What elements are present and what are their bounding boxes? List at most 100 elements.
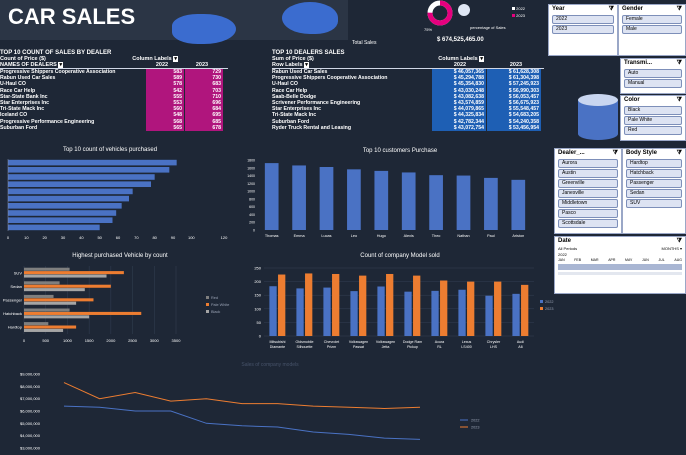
table-left-row-header[interactable]: NAMES OF DEALERS ▾ (0, 62, 142, 68)
bar (8, 159, 177, 166)
timeline-bar[interactable] (558, 264, 682, 270)
y-tick-label: 0 (259, 334, 262, 339)
timeline-unit[interactable]: MONTHS ▾ (662, 246, 682, 251)
timeline-title: Date (558, 238, 572, 244)
slicer-item[interactable]: Pale White (624, 116, 682, 125)
y-tick-label: SUV (14, 270, 23, 275)
slicer-item[interactable]: Hardtop (626, 159, 682, 168)
slicer-item[interactable]: Male (622, 25, 682, 34)
bar (485, 295, 493, 336)
timeline-month[interactable]: AUG (674, 258, 682, 262)
timeline-month[interactable]: JAN (558, 258, 565, 262)
slicer-item[interactable]: SUV (626, 199, 682, 208)
x-tick-label: Lexus (462, 340, 472, 344)
bar (319, 167, 334, 230)
y-tick-label: 600 (249, 205, 255, 209)
filter-clear-icon[interactable]: ⧩ (677, 60, 682, 67)
slicer-year: Year ⧩ 2022 2023 (548, 4, 618, 56)
slicer-item[interactable]: Manual (624, 79, 682, 88)
slicer-item[interactable]: Female (622, 15, 682, 24)
slicer-item[interactable]: 2023 (552, 25, 614, 34)
bar (24, 288, 85, 292)
legend-label: Red (211, 296, 218, 300)
slicer-title: Dealer_... (558, 150, 585, 156)
x-tick-label: 2500 (128, 338, 138, 343)
decor-shape-right (282, 2, 338, 34)
slicer-item[interactable]: Greenville (558, 179, 618, 188)
filter-clear-icon[interactable]: ⧩ (677, 97, 682, 104)
slicer-title: Year (552, 6, 565, 12)
table-row[interactable]: Suburban Ford 565 678 (0, 124, 228, 131)
bar (323, 287, 331, 336)
legend-label: 2023 (545, 307, 553, 311)
value-2022: $ 43,072,754 (432, 124, 486, 131)
slicer-item[interactable]: Pasco (558, 209, 618, 218)
x-tick-label: Chrysler (487, 340, 501, 344)
slicer-item[interactable]: Hatchback (626, 169, 682, 178)
x-tick-label: 20 (42, 235, 47, 240)
y-tick-label: 1600 (247, 166, 255, 170)
timeline-month[interactable]: APR (608, 258, 615, 262)
bar (440, 280, 448, 336)
x-tick-label: 90 (171, 235, 176, 240)
slicer-item[interactable]: Auto (624, 69, 682, 78)
value-2022: 565 (146, 124, 184, 131)
slicer-item[interactable]: 2022 (552, 15, 614, 24)
filter-clear-icon[interactable]: ⧩ (677, 238, 682, 245)
x-tick-label: 3000 (150, 338, 160, 343)
bar (347, 169, 361, 230)
x-tick-label: Prizm (327, 345, 336, 349)
x-tick-label: Jetta (382, 345, 390, 349)
timeline-month[interactable]: JUN (642, 258, 649, 262)
filter-clear-icon[interactable]: ⧩ (609, 6, 614, 13)
bar (24, 328, 64, 332)
slicer-item[interactable]: Scottsdale (558, 219, 618, 228)
timeline-month[interactable]: FEB (574, 258, 581, 262)
x-tick-label: Diamante (270, 345, 285, 349)
donut-legend-2023: 2023 (512, 13, 525, 18)
table-right-row-header[interactable]: Row Labels ▾ (272, 62, 432, 68)
x-tick-label: LHS (490, 345, 498, 349)
table-row[interactable]: Ryder Truck Rental and Leasing $ 43,072,7… (272, 124, 544, 131)
y-tick-label: 150 (254, 293, 261, 298)
bar (8, 217, 113, 223)
slicer-item[interactable]: Sedan (626, 189, 682, 198)
slicer-item[interactable]: Janesville (558, 189, 618, 198)
slicer-item[interactable]: Austin (558, 169, 618, 178)
legend-label: 2022 (471, 419, 479, 423)
x-tick-label: Leo (351, 234, 357, 238)
slicer-dealer: Dealer_... ⧩ Aurora Austin Greenville Janesv… (554, 148, 622, 234)
slicer-item[interactable]: Black (624, 106, 682, 115)
slicer-item[interactable]: Middletown (558, 199, 618, 208)
x-tick-label: Volkswagen (376, 340, 395, 344)
timeline-scrollbar[interactable] (558, 272, 682, 275)
x-tick-label: Thomas (265, 234, 279, 238)
legend-swatch (540, 307, 543, 310)
year-col-2023: 2023 (195, 62, 209, 68)
bar (377, 286, 385, 336)
series-line (63, 405, 421, 440)
bar (512, 293, 520, 336)
x-tick-label: 1500 (85, 338, 95, 343)
slicer-item[interactable]: Aurora (558, 159, 618, 168)
bar (404, 291, 412, 336)
timeline-month[interactable]: MAY (625, 258, 632, 262)
y-tick-label: 400 (249, 213, 255, 217)
filter-clear-icon[interactable]: ⧩ (613, 150, 618, 157)
filter-clear-icon[interactable]: ⧩ (677, 6, 682, 13)
x-tick-label: 1000 (63, 338, 73, 343)
legend-swatch (206, 296, 209, 299)
dealer-name: Ryder Truck Rental and Leasing (272, 124, 351, 131)
year-col-2022: 2022 (155, 62, 169, 68)
slicer-item[interactable]: Red (624, 126, 682, 135)
slicer-item[interactable]: Passenger (626, 179, 682, 188)
bar (24, 281, 60, 285)
y-tick-label: $7,000,000 (20, 396, 41, 401)
x-tick-label: 3500 (172, 338, 182, 343)
x-tick-label: 0 (7, 235, 10, 240)
filter-clear-icon[interactable]: ⧩ (677, 150, 682, 157)
timeline-month[interactable]: MAR (591, 258, 599, 262)
timeline-month[interactable]: JUL (659, 258, 665, 262)
chart-customers-purchase: 0 200 400 600 800 1000 1200 1400 1600 1800 Thomas E… (247, 159, 526, 238)
y-tick-label: 100 (254, 306, 261, 311)
